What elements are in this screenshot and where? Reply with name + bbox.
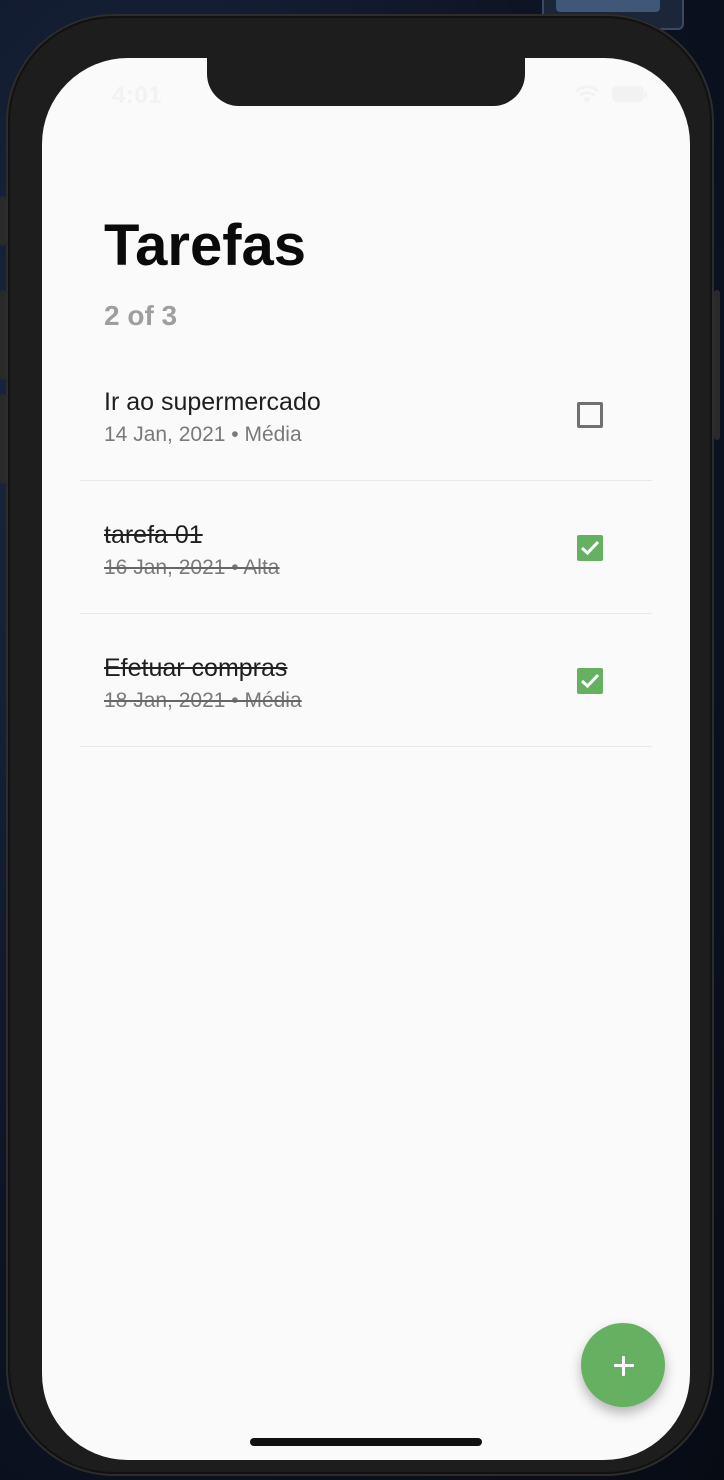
completed-count: 2 of 3 — [104, 300, 178, 331]
task-checkbox[interactable] — [577, 402, 603, 428]
task-item[interactable]: Ir ao supermercado 14 Jan, 2021 • Média — [80, 348, 652, 481]
app-screen: 4:01 Tarefas 2 of 3 Ir ao supermercado 1… — [42, 58, 690, 1460]
task-checkbox[interactable] — [577, 668, 603, 694]
task-title: Efetuar compras — [104, 654, 288, 682]
task-meta: 18 Jan, 2021 • Média — [104, 689, 302, 712]
task-item[interactable]: Efetuar compras 18 Jan, 2021 • Média — [80, 614, 652, 747]
task-meta: 16 Jan, 2021 • Alta — [104, 556, 280, 579]
status-time: 4:01 — [112, 82, 163, 109]
side-button — [0, 196, 6, 246]
task-list: Ir ao supermercado 14 Jan, 2021 • Média … — [80, 348, 652, 747]
plus-icon — [622, 1356, 625, 1376]
page-title: Tarefas — [104, 213, 307, 278]
volume-up-button — [0, 290, 6, 380]
wifi-icon — [575, 85, 599, 103]
add-task-button[interactable] — [581, 1323, 665, 1407]
phone-frame: 4:01 Tarefas 2 of 3 Ir ao supermercado 1… — [0, 14, 720, 1476]
home-indicator[interactable] — [250, 1438, 482, 1446]
check-icon — [580, 540, 600, 556]
check-icon — [580, 673, 600, 689]
notch — [207, 58, 525, 106]
task-meta: 14 Jan, 2021 • Média — [104, 423, 302, 446]
battery-icon — [612, 86, 647, 102]
task-checkbox[interactable] — [577, 535, 603, 561]
task-title: tarefa 01 — [104, 521, 203, 549]
power-button — [714, 290, 720, 440]
volume-down-button — [0, 394, 6, 484]
task-item[interactable]: tarefa 01 16 Jan, 2021 • Alta — [80, 481, 652, 614]
task-title: Ir ao supermercado — [104, 388, 321, 416]
